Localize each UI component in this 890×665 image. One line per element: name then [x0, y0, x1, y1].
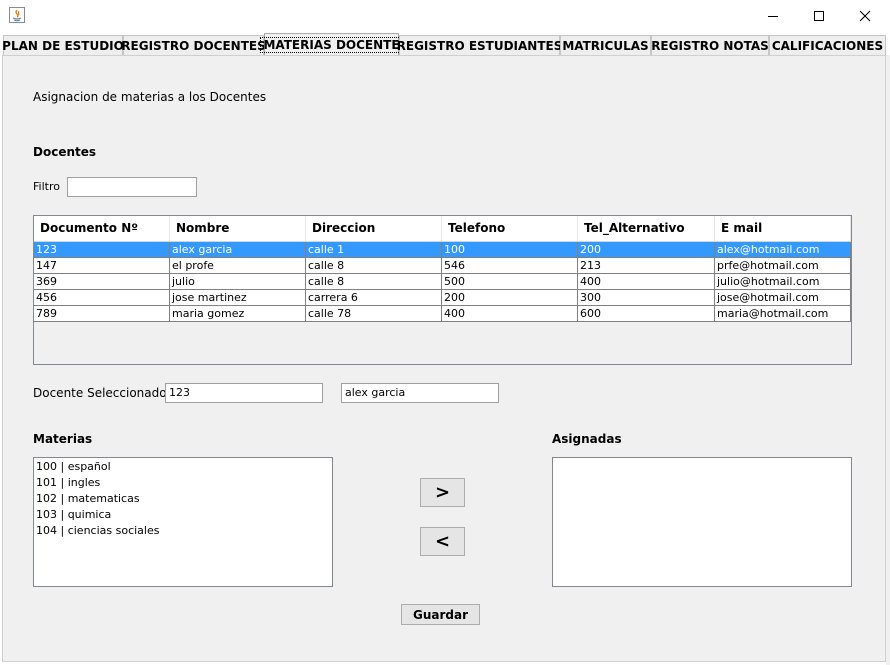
minimize-button[interactable]	[750, 0, 796, 32]
list-item[interactable]: 102 | matematicas	[36, 492, 140, 505]
maximize-button[interactable]	[796, 0, 842, 32]
column-header-nombre[interactable]: Nombre	[170, 216, 306, 242]
table-cell: 123	[34, 242, 170, 258]
table-cell: 369	[34, 274, 170, 290]
table-cell: julio@hotmail.com	[715, 274, 851, 290]
table-cell: 600	[578, 306, 715, 322]
close-button[interactable]	[842, 0, 888, 32]
table-row[interactable]: 789 maria gomez calle 78 400 600 maria@h…	[34, 306, 851, 322]
asignadas-title: Asignadas	[552, 432, 622, 446]
unassign-button[interactable]: <	[420, 527, 465, 556]
save-button[interactable]: Guardar	[401, 604, 480, 625]
title-bar	[0, 0, 890, 32]
page-heading: Asignacion de materias a los Docentes	[33, 90, 267, 104]
table-cell: 400	[442, 306, 578, 322]
list-item[interactable]: 101 | ingles	[36, 476, 100, 489]
column-header-telefono[interactable]: Telefono	[442, 216, 578, 242]
window-edge	[886, 55, 890, 665]
tab-plan-de-estudio[interactable]: PLAN DE ESTUDIO	[2, 35, 124, 55]
list-item[interactable]: 100 | español	[36, 460, 111, 473]
table-cell: 400	[578, 274, 715, 290]
table-cell: jose martinez	[170, 290, 306, 306]
table-cell: maria@hotmail.com	[715, 306, 851, 322]
table-row[interactable]: 147 el profe calle 8 546 213 prfe@hotmai…	[34, 258, 851, 274]
table-cell: carrera 6	[306, 290, 442, 306]
table-cell: calle 8	[306, 274, 442, 290]
assign-button[interactable]: >	[420, 478, 465, 507]
table-cell: 147	[34, 258, 170, 274]
table-row[interactable]: 369 julio calle 8 500 400 julio@hotmail.…	[34, 274, 851, 290]
maximize-icon	[814, 11, 824, 21]
table-cell: 213	[578, 258, 715, 274]
column-header-documento[interactable]: Documento Nº	[34, 216, 170, 242]
java-icon	[9, 7, 25, 23]
table-cell: julio	[170, 274, 306, 290]
table-cell: 789	[34, 306, 170, 322]
table-cell: calle 78	[306, 306, 442, 322]
table-cell: prfe@hotmail.com	[715, 258, 851, 274]
column-header-direccion[interactable]: Direccion	[306, 216, 442, 242]
table-cell: 100	[442, 242, 578, 258]
selected-docente-id-field[interactable]: 123	[165, 383, 323, 403]
table-cell: maria gomez	[170, 306, 306, 322]
table-cell: 200	[578, 242, 715, 258]
docentes-title: Docentes	[33, 145, 97, 159]
table-cell: 500	[442, 274, 578, 290]
column-header-email[interactable]: E mail	[715, 216, 851, 242]
table-cell: alex@hotmail.com	[715, 242, 851, 258]
column-header-tel-alternativo[interactable]: Tel_Alternativo	[578, 216, 715, 242]
list-item[interactable]: 103 | quimica	[36, 508, 111, 521]
table-row[interactable]: 123 alex garcia calle 1 100 200 alex@hot…	[34, 242, 851, 258]
table-cell: 546	[442, 258, 578, 274]
asignadas-list[interactable]	[552, 457, 852, 587]
table-cell: 456	[34, 290, 170, 306]
table-row[interactable]: 456 jose martinez carrera 6 200 300 jose…	[34, 290, 851, 306]
materias-list[interactable]: 100 | español 101 | ingles 102 | matemat…	[33, 457, 333, 587]
table-cell: calle 8	[306, 258, 442, 274]
close-icon	[859, 10, 871, 22]
materias-title: Materias	[33, 432, 93, 446]
selected-docente-name-field[interactable]: alex garcia	[341, 383, 499, 403]
filter-input[interactable]	[67, 177, 197, 197]
table-cell: calle 1	[306, 242, 442, 258]
table-cell: jose@hotmail.com	[715, 290, 851, 306]
table-header: Documento Nº Nombre Direccion Telefono T…	[34, 216, 851, 242]
tab-materias-docente[interactable]: MATERIAS DOCENTE	[260, 33, 403, 55]
table-cell: el profe	[170, 258, 306, 274]
tab-registro-estudiantes[interactable]: REGISTRO ESTUDIANTES	[397, 35, 562, 55]
docentes-table: Documento Nº Nombre Direccion Telefono T…	[33, 215, 852, 365]
list-item[interactable]: 104 | ciencias sociales	[36, 524, 159, 537]
table-cell: 300	[578, 290, 715, 306]
selected-docente-label: Docente Seleccionado	[33, 386, 167, 400]
tab-calificaciones[interactable]: CALIFICACIONES	[769, 35, 886, 55]
table-cell: 200	[442, 290, 578, 306]
tab-matriculas[interactable]: MATRICULAS	[560, 35, 651, 55]
tab-registro-notas[interactable]: REGISTRO NOTAS	[651, 35, 769, 55]
filter-label: Filtro	[33, 180, 60, 193]
tab-bar: PLAN DE ESTUDIO REGISTRO DOCENTES MATERI…	[2, 33, 886, 55]
tab-registro-docentes[interactable]: REGISTRO DOCENTES	[121, 35, 266, 55]
minimize-icon	[768, 16, 778, 17]
table-cell: alex garcia	[170, 242, 306, 258]
